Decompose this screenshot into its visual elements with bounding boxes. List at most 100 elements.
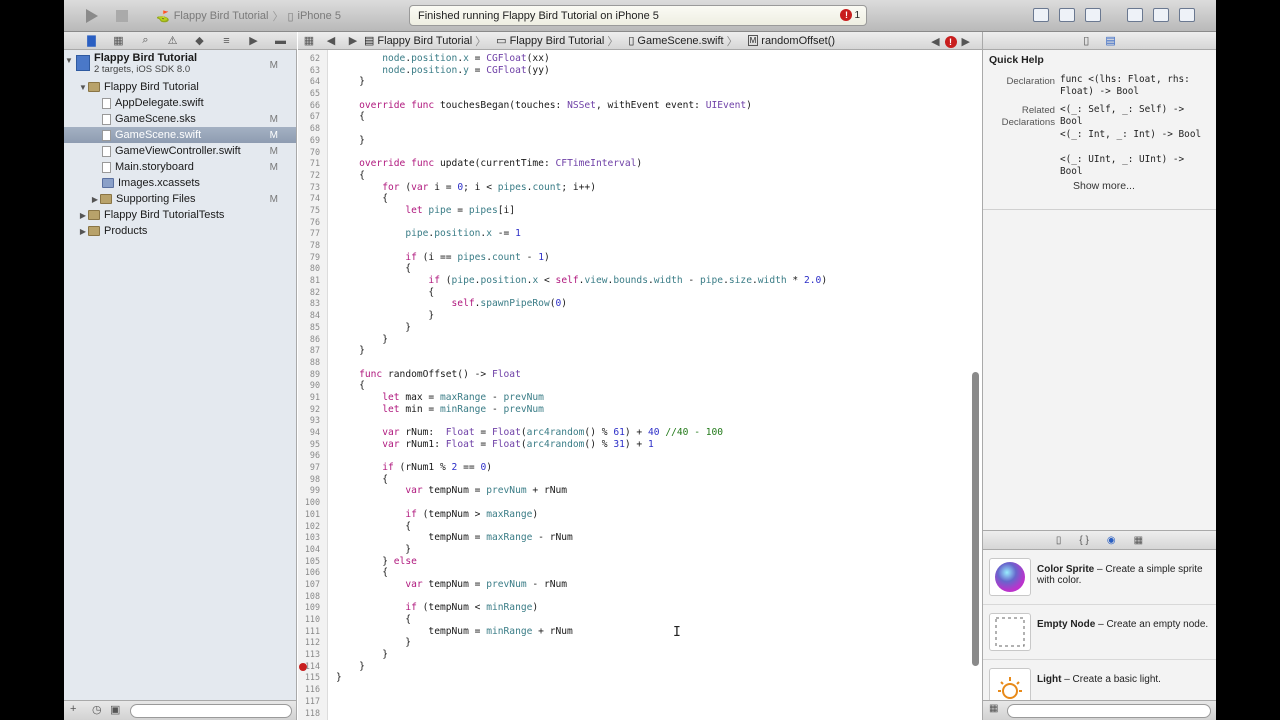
code-line[interactable]: 85 } bbox=[298, 322, 982, 334]
code-line[interactable]: 66 override func touchesBegan(touches: N… bbox=[298, 100, 982, 112]
code-line[interactable]: 90 { bbox=[298, 380, 982, 392]
navigator-filter-input[interactable] bbox=[130, 704, 292, 718]
related-declaration[interactable]: <(_: Int, _: Int) -> Bool bbox=[1060, 129, 1212, 141]
project-navigator-icon[interactable]: ▇ bbox=[78, 34, 105, 47]
code-line[interactable]: 110 { bbox=[298, 614, 982, 626]
code-line[interactable]: 65 bbox=[298, 88, 982, 100]
code-line[interactable]: 83 self.spawnPipeRow(0) bbox=[298, 298, 982, 310]
code-line[interactable]: 108 bbox=[298, 591, 982, 603]
code-line[interactable]: 111 tempNum = minRange + rNum bbox=[298, 626, 982, 638]
issue-navigator-icon[interactable]: ⚠ bbox=[159, 34, 186, 47]
debug-navigator-icon[interactable]: ≡ bbox=[213, 35, 240, 47]
code-line[interactable]: 70 bbox=[298, 147, 982, 159]
code-line[interactable]: 86 } bbox=[298, 334, 982, 346]
grid-view-icon[interactable]: ▦ bbox=[989, 703, 998, 714]
code-line[interactable]: 100 bbox=[298, 497, 982, 509]
code-line[interactable]: 75 let pipe = pipes[i] bbox=[298, 205, 982, 217]
code-line[interactable]: 82 { bbox=[298, 287, 982, 299]
utilities-toggle-icon[interactable] bbox=[1179, 8, 1195, 22]
navigator-toggle-icon[interactable] bbox=[1127, 8, 1143, 22]
version-editor-icon[interactable] bbox=[1085, 8, 1101, 22]
test-navigator-icon[interactable]: ◆ bbox=[186, 34, 213, 47]
add-icon[interactable]: + bbox=[70, 703, 76, 715]
show-more-link[interactable]: Show more... bbox=[1073, 180, 1135, 192]
breadcrumb-group[interactable]: ▭ Flappy Bird Tutorial 〉 bbox=[496, 33, 618, 49]
code-line[interactable]: 72 { bbox=[298, 170, 982, 182]
library-item-color-sprite[interactable]: Color Sprite – Create a simple sprite wi… bbox=[983, 550, 1216, 605]
code-snippet-library-icon[interactable]: { } bbox=[1079, 535, 1088, 546]
tree-item-file-selected[interactable]: GameScene.swift M bbox=[64, 127, 296, 143]
scm-filter-icon[interactable]: ▣ bbox=[110, 703, 120, 716]
code-line[interactable]: 91 let max = maxRange - prevNum bbox=[298, 392, 982, 404]
code-line[interactable]: 113 } bbox=[298, 649, 982, 661]
code-line[interactable]: 101 if (tempNum > maxRange) bbox=[298, 509, 982, 521]
library-filter-input[interactable] bbox=[1007, 704, 1211, 718]
source-editor[interactable]: 62 node.position.x = CGFloat(xx) 63 node.… bbox=[298, 50, 982, 720]
library-item-empty-node[interactable]: Empty Node – Create an empty node. bbox=[983, 605, 1216, 660]
code-line[interactable]: 104 } bbox=[298, 544, 982, 556]
tree-item-group[interactable]: ▶ Flappy Bird TutorialTests bbox=[64, 207, 296, 223]
tree-item-group[interactable]: ▶ Supporting Files M bbox=[64, 191, 296, 207]
scheme-selector[interactable]: ⛳ Flappy Bird Tutorial 〉 ▯ iPhone 5 bbox=[156, 8, 341, 24]
symbol-navigator-icon[interactable]: ▦ bbox=[105, 34, 132, 47]
file-template-library-icon[interactable]: ▯ bbox=[1056, 535, 1062, 546]
code-line[interactable]: 88 bbox=[298, 357, 982, 369]
related-declaration[interactable]: <(_: UInt, _: UInt) -> Bool bbox=[1060, 154, 1212, 179]
code-line[interactable]: 94 var rNum: Float = Float(arc4random() … bbox=[298, 427, 982, 439]
code-line[interactable]: 73 for (var i = 0; i < pipes.count; i++) bbox=[298, 182, 982, 194]
code-line[interactable]: 107 var tempNum = prevNum - rNum bbox=[298, 579, 982, 591]
code-line[interactable]: 77 pipe.position.x -= 1 bbox=[298, 228, 982, 240]
media-library-icon[interactable]: ▦ bbox=[1134, 535, 1143, 546]
issue-stepper[interactable]: ◀ ! ▶ bbox=[931, 35, 970, 48]
quick-help-inspector-icon[interactable]: ▤ bbox=[1105, 34, 1115, 47]
code-line[interactable]: 115} bbox=[298, 672, 982, 684]
code-line[interactable]: 64 } bbox=[298, 76, 982, 88]
tree-item-file[interactable]: Main.storyboard M bbox=[64, 159, 296, 175]
code-line[interactable]: 87 } bbox=[298, 345, 982, 357]
breadcrumb-file[interactable]: ▯ GameScene.swift 〉 bbox=[628, 33, 737, 49]
breakpoint-navigator-icon[interactable]: ▶ bbox=[240, 34, 267, 47]
code-line[interactable]: 63 node.position.y = CGFloat(yy) bbox=[298, 65, 982, 77]
code-line[interactable]: 116 bbox=[298, 684, 982, 696]
forward-arrow-icon[interactable]: ▶ bbox=[342, 34, 364, 47]
code-line[interactable]: 62 node.position.x = CGFloat(xx) bbox=[298, 53, 982, 65]
code-line[interactable]: 74 { bbox=[298, 193, 982, 205]
tree-item-file[interactable]: GameScene.sks M bbox=[64, 111, 296, 127]
recent-files-icon[interactable]: ◷ bbox=[92, 703, 102, 716]
code-line[interactable]: 103 tempNum = maxRange - rNum bbox=[298, 532, 982, 544]
code-line[interactable]: 114 } bbox=[298, 661, 982, 673]
tree-item-file[interactable]: GameViewController.swift M bbox=[64, 143, 296, 159]
related-declaration[interactable]: <(_: Self, _: Self) -> Bool bbox=[1060, 104, 1212, 129]
stop-button[interactable] bbox=[114, 7, 130, 25]
standard-editor-icon[interactable] bbox=[1033, 8, 1049, 22]
code-line[interactable]: 67 { bbox=[298, 111, 982, 123]
code-line[interactable]: 112 } bbox=[298, 637, 982, 649]
debug-area-toggle-icon[interactable] bbox=[1153, 8, 1169, 22]
code-line[interactable]: 97 if (rNum1 % 2 == 0) bbox=[298, 462, 982, 474]
find-navigator-icon[interactable]: ⌕ bbox=[132, 34, 159, 47]
code-line[interactable]: 71 override func update(currentTime: CFT… bbox=[298, 158, 982, 170]
code-line[interactable]: 118 bbox=[298, 708, 982, 720]
code-line[interactable]: 96 bbox=[298, 450, 982, 462]
previous-issue-icon[interactable]: ◀ bbox=[931, 35, 939, 48]
code-line[interactable]: 80 { bbox=[298, 263, 982, 275]
code-line[interactable]: 78 bbox=[298, 240, 982, 252]
code-line[interactable]: 98 { bbox=[298, 474, 982, 486]
code-line[interactable]: 92 let min = minRange - prevNum bbox=[298, 404, 982, 416]
code-line[interactable]: 68 bbox=[298, 123, 982, 135]
related-items-icon[interactable]: ▦ bbox=[298, 34, 320, 47]
code-line[interactable]: 105 } else bbox=[298, 556, 982, 568]
code-line[interactable]: 89 func randomOffset() -> Float bbox=[298, 369, 982, 381]
code-line[interactable]: 69 } bbox=[298, 135, 982, 147]
tree-item-group[interactable]: ▶ Products bbox=[64, 223, 296, 239]
code-line[interactable]: 95 var rNum1: Float = Float(arc4random()… bbox=[298, 439, 982, 451]
editor-scrollbar[interactable] bbox=[972, 372, 979, 666]
breadcrumb-method[interactable]: M randomOffset() bbox=[747, 35, 835, 47]
code-line[interactable]: 106 { bbox=[298, 567, 982, 579]
tree-item-file[interactable]: AppDelegate.swift bbox=[64, 95, 296, 111]
file-inspector-icon[interactable]: ▯ bbox=[1083, 34, 1089, 47]
run-button[interactable] bbox=[82, 7, 100, 25]
tree-item-file[interactable]: Images.xcassets bbox=[64, 175, 296, 191]
next-issue-icon[interactable]: ▶ bbox=[962, 35, 970, 48]
back-arrow-icon[interactable]: ◀ bbox=[320, 34, 342, 47]
